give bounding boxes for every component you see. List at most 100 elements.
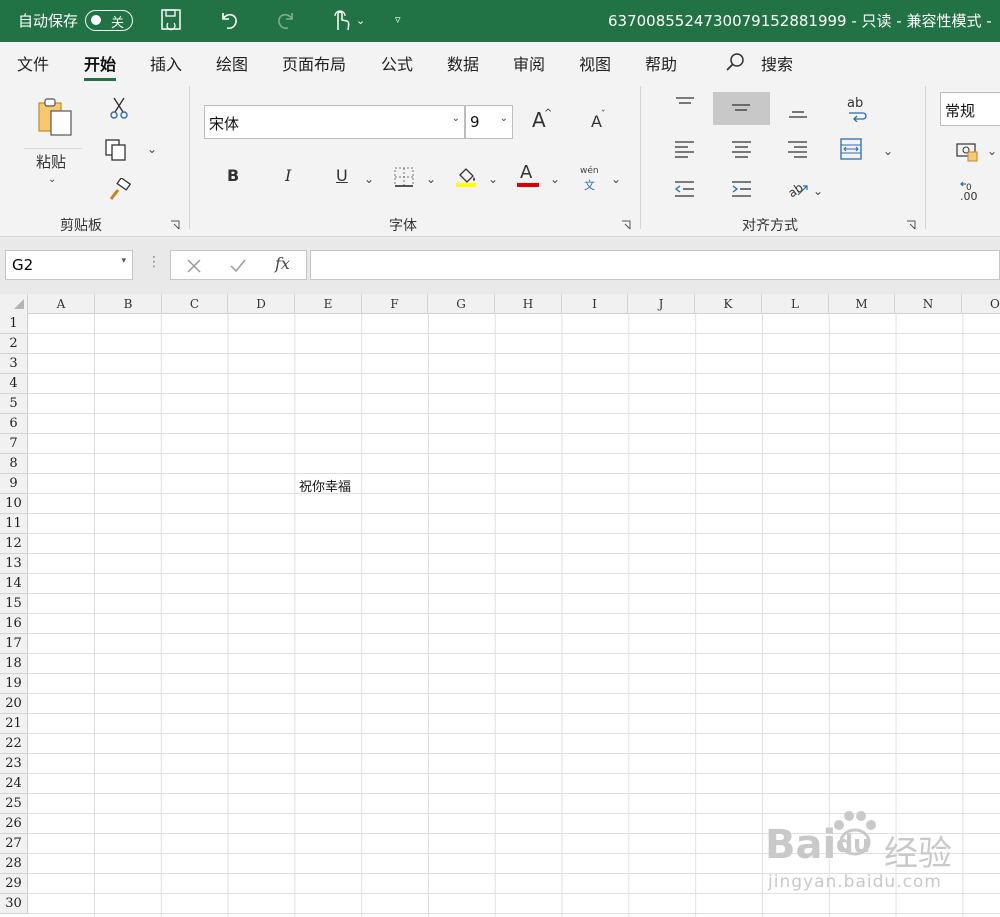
formula-input[interactable] <box>310 250 1000 280</box>
row-header[interactable]: 27 <box>0 834 28 854</box>
column-header[interactable]: F <box>362 294 428 314</box>
save-icon[interactable] <box>160 8 182 32</box>
column-header[interactable]: K <box>695 294 762 314</box>
merge-center-icon[interactable] <box>840 138 862 160</box>
orientation-icon[interactable]: ab <box>786 178 810 198</box>
merge-dropdown-icon[interactable]: ⌄ <box>883 144 893 158</box>
font-launcher-icon[interactable] <box>621 220 631 230</box>
select-all-button[interactable] <box>0 294 28 314</box>
column-header[interactable]: B <box>95 294 162 314</box>
row-header[interactable]: 8 <box>0 454 28 474</box>
paste-icon[interactable] <box>36 97 74 137</box>
formula-bar-grip-icon[interactable]: ⋮ <box>147 254 161 270</box>
column-header[interactable]: D <box>228 294 295 314</box>
column-header[interactable]: C <box>162 294 228 314</box>
column-header[interactable]: I <box>562 294 628 314</box>
align-right-icon[interactable] <box>787 140 809 158</box>
clipboard-launcher-icon[interactable] <box>170 220 180 230</box>
touch-mode-icon[interactable] <box>330 8 352 34</box>
increase-decimal-icon[interactable]: .00 0 <box>958 180 982 202</box>
row-header[interactable]: 9 <box>0 474 28 494</box>
cut-icon[interactable] <box>108 96 130 120</box>
fill-color-icon[interactable] <box>455 164 479 188</box>
decrease-indent-icon[interactable] <box>674 180 696 198</box>
italic-button[interactable]: I <box>285 166 291 185</box>
tab-home[interactable]: 开始 <box>84 51 117 81</box>
phonetic-guide-character[interactable]: 文 <box>584 177 595 193</box>
column-header[interactable]: M <box>829 294 895 314</box>
row-header[interactable]: 29 <box>0 874 28 894</box>
tab-insert[interactable]: 插入 <box>150 51 182 75</box>
redo-icon[interactable] <box>275 8 297 32</box>
underline-dropdown-icon[interactable]: ⌄ <box>364 172 374 186</box>
row-header[interactable]: 3 <box>0 354 28 374</box>
tab-draw[interactable]: 绘图 <box>216 51 248 75</box>
column-header[interactable]: O <box>962 294 1000 314</box>
tab-page-layout[interactable]: 页面布局 <box>282 51 346 75</box>
font-size-combo[interactable]: 9 ⌄ <box>465 105 513 139</box>
row-header[interactable]: 4 <box>0 374 28 394</box>
font-name-dropdown-icon[interactable]: ⌄ <box>452 113 460 124</box>
underline-button[interactable]: U <box>336 166 348 185</box>
borders-icon[interactable] <box>394 167 414 187</box>
row-header[interactable]: 5 <box>0 394 28 414</box>
column-header[interactable]: H <box>495 294 562 314</box>
font-name-combo[interactable]: 宋体 ⌄ <box>204 105 465 139</box>
font-size-dropdown-icon[interactable]: ⌄ <box>500 113 508 124</box>
align-center-icon[interactable] <box>731 140 753 158</box>
name-box[interactable]: G2 ▾ <box>5 250 133 280</box>
undo-icon[interactable] <box>218 8 240 32</box>
alignment-launcher-icon[interactable] <box>906 220 916 230</box>
row-header[interactable]: 11 <box>0 514 28 534</box>
tab-view[interactable]: 视图 <box>579 51 611 75</box>
row-header[interactable]: 10 <box>0 494 28 514</box>
tab-data[interactable]: 数据 <box>447 51 479 75</box>
row-header[interactable]: 6 <box>0 414 28 434</box>
row-header[interactable]: 23 <box>0 754 28 774</box>
row-header[interactable]: 14 <box>0 574 28 594</box>
row-header[interactable]: 15 <box>0 594 28 614</box>
column-header[interactable]: N <box>895 294 962 314</box>
row-header[interactable]: 2 <box>0 334 28 354</box>
copy-dropdown-icon[interactable]: ⌄ <box>147 142 157 156</box>
number-format-combo[interactable]: 常规 <box>940 92 1000 126</box>
row-header[interactable]: 30 <box>0 894 28 914</box>
row-header[interactable]: 18 <box>0 654 28 674</box>
tab-help[interactable]: 帮助 <box>645 51 677 75</box>
row-header[interactable]: 24 <box>0 774 28 794</box>
row-header[interactable]: 28 <box>0 854 28 874</box>
confirm-entry-icon[interactable] <box>229 258 247 274</box>
row-header[interactable]: 16 <box>0 614 28 634</box>
align-middle-button[interactable] <box>713 92 770 125</box>
autosave-toggle[interactable]: 关 <box>85 10 133 31</box>
increase-indent-icon[interactable] <box>731 180 753 198</box>
search-box[interactable]: 搜索 <box>761 51 793 75</box>
wrap-text-button[interactable]: ab <box>847 96 863 111</box>
row-header[interactable]: 7 <box>0 434 28 454</box>
orientation-dropdown-icon[interactable]: ⌄ <box>813 184 823 198</box>
tab-formulas[interactable]: 公式 <box>381 51 413 75</box>
row-header[interactable]: 22 <box>0 734 28 754</box>
column-header[interactable]: G <box>428 294 495 314</box>
touch-mode-chevron-icon[interactable]: ⌄ <box>356 14 365 27</box>
cell-e9[interactable]: 祝你幸福 <box>299 476 351 495</box>
insert-function-button[interactable]: fx <box>275 254 290 273</box>
cancel-entry-icon[interactable] <box>186 258 202 274</box>
accounting-format-icon[interactable] <box>956 142 980 162</box>
row-header[interactable]: 20 <box>0 694 28 714</box>
accounting-dropdown-icon[interactable]: ⌄ <box>987 144 997 158</box>
align-top-icon[interactable] <box>675 96 695 112</box>
fill-color-dropdown-icon[interactable]: ⌄ <box>488 172 498 186</box>
phonetic-guide-pinyin[interactable]: wén <box>580 166 599 176</box>
wrap-text-icon[interactable] <box>847 110 869 122</box>
paste-dropdown-icon[interactable]: ⌄ <box>48 174 56 185</box>
column-header[interactable]: E <box>295 294 362 314</box>
font-color-dropdown-icon[interactable]: ⌄ <box>550 172 560 186</box>
copy-icon[interactable] <box>104 138 128 162</box>
column-header[interactable]: A <box>28 294 95 314</box>
align-bottom-icon[interactable] <box>788 104 808 120</box>
row-header[interactable]: 21 <box>0 714 28 734</box>
phonetic-dropdown-icon[interactable]: ⌄ <box>611 172 621 186</box>
row-header[interactable]: 1 <box>0 314 28 334</box>
tab-review[interactable]: 审阅 <box>513 51 545 75</box>
